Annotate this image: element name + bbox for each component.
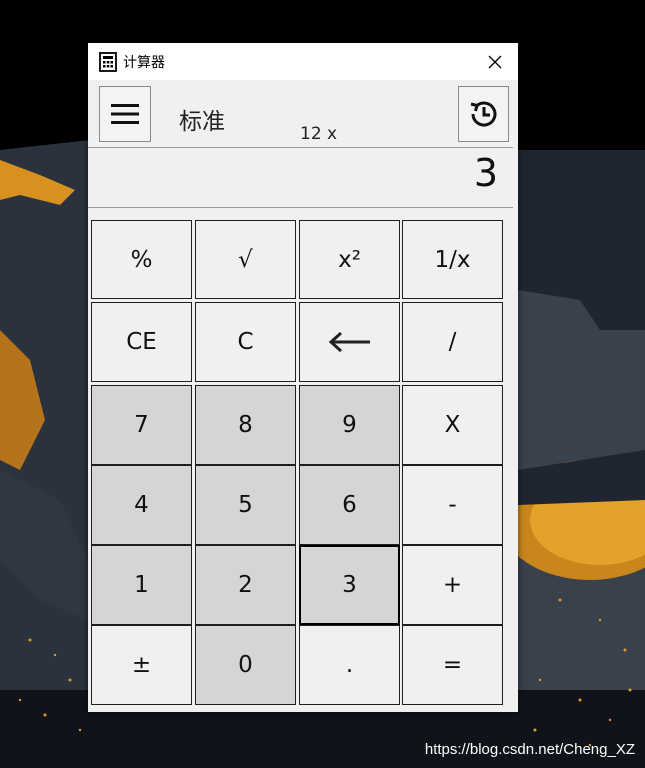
title-bar: 计算器 — [88, 43, 518, 80]
mode-label: 标准 — [179, 109, 225, 135]
equals-key[interactable]: = — [402, 625, 503, 705]
close-icon — [488, 55, 502, 68]
display-divider-bottom — [88, 207, 513, 208]
result-display: 3 — [473, 151, 498, 195]
minus-key[interactable]: - — [402, 465, 503, 545]
backspace-key[interactable] — [299, 302, 400, 382]
window-title: 计算器 — [123, 55, 165, 71]
history-button[interactable] — [458, 86, 509, 142]
calculator-app-icon — [99, 52, 117, 72]
square-key[interactable]: x² — [299, 220, 400, 299]
hamburger-icon — [111, 104, 139, 124]
digit-8-key[interactable]: 8 — [195, 385, 296, 465]
close-button[interactable] — [472, 43, 518, 80]
digit-6-key[interactable]: 6 — [299, 465, 400, 545]
negate-key[interactable]: ± — [91, 625, 192, 705]
digit-1-key[interactable]: 1 — [91, 545, 192, 625]
digit-3-key[interactable]: 3 — [299, 545, 400, 625]
square-root-key[interactable]: √ — [195, 220, 296, 299]
percent-key[interactable]: % — [91, 220, 192, 299]
digit-9-key[interactable]: 9 — [299, 385, 400, 465]
history-icon — [470, 101, 496, 127]
divide-key[interactable]: / — [402, 302, 503, 382]
display-divider-top — [88, 147, 513, 148]
watermark-text: https://blog.csdn.net/Cheng_XZ — [424, 741, 635, 758]
plus-key[interactable]: + — [402, 545, 503, 625]
clear-entry-key[interactable]: CE — [91, 302, 192, 382]
menu-button[interactable] — [99, 86, 151, 142]
digit-5-key[interactable]: 5 — [195, 465, 296, 545]
backspace-arrow-icon — [328, 331, 370, 353]
multiply-key[interactable]: X — [402, 385, 503, 465]
expression-display: 12 x — [300, 124, 338, 144]
reciprocal-key[interactable]: 1/x — [402, 220, 503, 299]
calculator-window: 计算器 标准 12 x 3 % √ x² 1/x CE C / 7 8 9 X … — [88, 43, 518, 712]
decimal-key[interactable]: . — [299, 625, 400, 705]
digit-0-key[interactable]: 0 — [195, 625, 296, 705]
digit-4-key[interactable]: 4 — [91, 465, 192, 545]
digit-2-key[interactable]: 2 — [195, 545, 296, 625]
clear-key[interactable]: C — [195, 302, 296, 382]
digit-7-key[interactable]: 7 — [91, 385, 192, 465]
